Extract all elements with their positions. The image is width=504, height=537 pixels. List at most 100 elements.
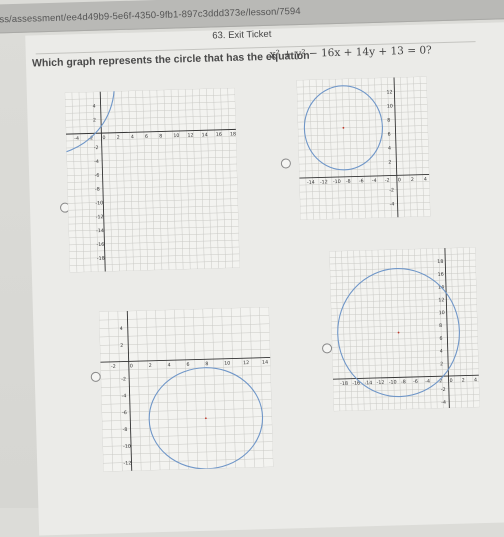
grid-line	[259, 307, 265, 468]
option-d-graph[interactable]: -18 -16 -14 -12 -10 -8 -6 -4 -2 0 2 4 18 16 14 12 10 8 6 4 2…	[329, 247, 480, 412]
x-tick-label: -12	[377, 380, 385, 386]
y-tick-label: 4	[93, 104, 96, 110]
y-tick-label: -4	[94, 159, 99, 165]
x-tick-label: 10	[224, 361, 230, 367]
x-tick-label: 12	[187, 133, 193, 139]
y-tick-label: -14	[96, 228, 104, 234]
grid-line	[108, 311, 114, 472]
y-tick-label: 4	[388, 146, 391, 152]
grid-line	[240, 307, 246, 468]
x-tick-label: 4	[424, 177, 427, 183]
grid-line	[347, 250, 353, 411]
y-tick-label: -12	[123, 460, 131, 466]
y-tick-label: 8	[439, 323, 442, 329]
x-tick-label: 14	[202, 132, 208, 138]
x-tick-label: -4	[372, 178, 377, 184]
y-tick-label: -12	[96, 214, 104, 220]
x-tick-label: 0	[450, 378, 453, 384]
y-tick-label: 16	[438, 272, 444, 278]
grid-line	[145, 310, 151, 471]
y-tick-label: -6	[94, 173, 99, 179]
x-tick-label: 4	[131, 134, 134, 140]
page: ress/assessment/ee4d49b9-5e6f-4350-9fb1-…	[0, 0, 504, 536]
y-tick-label: -8	[123, 427, 128, 433]
x-tick-label: -10	[389, 379, 397, 385]
grid-line	[136, 310, 142, 471]
y-tick-label: -2	[441, 387, 446, 393]
x-tick-label: -6	[359, 178, 364, 184]
x-tick-label: 10	[173, 133, 179, 139]
x-tick-label: -10	[333, 179, 341, 185]
option-a-graph[interactable]: -4 -2 0 2 4 6 8 10 12 14 16 18 4 2 -2 -4 -6 -8 -10 -12 -14 -1…	[64, 87, 240, 273]
x-tick-label: 2	[149, 363, 152, 369]
grid-line	[230, 308, 236, 468]
x-tick-label: 4	[168, 362, 171, 368]
grid-line	[183, 309, 189, 470]
center-point	[397, 331, 400, 334]
grid-line	[408, 249, 414, 410]
x-tick-label: 8	[159, 133, 162, 139]
y-tick-label: 12	[438, 297, 444, 303]
y-tick-label: 6	[439, 336, 442, 342]
center-point	[204, 417, 207, 420]
x-tick-label: 12	[243, 360, 249, 366]
y-tick-label: -10	[95, 200, 103, 206]
y-tick-label: 2	[440, 361, 443, 367]
x-tick-label: 6	[145, 134, 148, 140]
url-text: ress/assessment/ee4d49b9-5e6f-4350-9fb1-…	[0, 5, 301, 26]
graph-b-svg: -14 -12 -10 -8 -6 -4 -2 0 2 4 12 10 8 6 4 2 -2 -4	[296, 76, 431, 221]
grid-line	[202, 308, 208, 469]
x-tick-label: 0	[398, 177, 401, 183]
x-tick-label: 0	[102, 135, 105, 141]
y-tick-label: -2	[389, 187, 394, 193]
y-tick-label: 4	[440, 349, 443, 355]
x-tick-label: -2	[385, 178, 390, 184]
grid-line	[383, 249, 389, 410]
y-tick-label: 6	[388, 132, 391, 138]
y-tick-label: 10	[387, 103, 393, 109]
y-tick-label: 12	[386, 89, 392, 95]
option-b-graph[interactable]: -14 -12 -10 -8 -6 -4 -2 0 2 4 12 10 8 6 4 2 -2 -4	[296, 76, 431, 221]
graph-d-svg: -18 -16 -14 -12 -10 -8 -6 -4 -2 0 2 418161412108642…	[329, 247, 480, 412]
y-tick-label: 2	[93, 117, 96, 123]
x-tick-label: 2	[462, 378, 465, 384]
y-tick-label: 2	[120, 343, 123, 349]
x-tick-label: -4	[74, 136, 79, 142]
x-tick-label: 8	[205, 361, 208, 367]
x-tick-label: -6	[413, 379, 418, 385]
question-title: 63. Exit Ticket	[212, 28, 272, 42]
grid-line	[164, 309, 170, 470]
x-tick-label: -4	[425, 379, 430, 385]
x-tick-label: -8	[401, 379, 406, 385]
x-tick-label: -14	[307, 180, 315, 186]
x-tick-label: -14	[364, 380, 372, 386]
x-tick-label: 2	[411, 177, 414, 183]
x-tick-label: 2	[117, 135, 120, 141]
grid-line	[468, 247, 474, 408]
grid-line	[193, 309, 199, 470]
grid-line	[174, 309, 180, 470]
y-tick-label: -6	[122, 410, 127, 416]
x-tick-label: 14	[262, 360, 268, 366]
option-c-graph[interactable]: -2 0 2 4 6 8 10 12 14 4 2 -2 -4 -6 -8 -10 -12	[98, 306, 274, 472]
x-tick-label: 16	[216, 132, 222, 138]
center-point	[342, 126, 345, 129]
y-tick-label: -2	[94, 145, 99, 151]
x-tick-label: -12	[320, 179, 328, 185]
y-tick-label: -16	[96, 242, 104, 248]
graph-c-svg: -2 0 2 4 6 8 10 12 14 4 2 -2 -4 -6 -8 -10 -12	[98, 306, 274, 472]
x-tick-label: 0	[130, 363, 133, 369]
y-tick-label: -8	[95, 187, 100, 193]
x-tick-label: 4	[474, 377, 477, 383]
x-tick-label: -2	[111, 364, 116, 370]
y-tick-label: -4	[122, 393, 127, 399]
y-tick-label: -18	[97, 256, 105, 262]
x-tick-label: -18	[340, 381, 348, 387]
y-tick-label: 10	[439, 310, 445, 316]
y-tick-label: -2	[121, 376, 126, 382]
y-tick-label: -10	[123, 444, 131, 450]
x-tick-label: 18	[230, 131, 236, 137]
grid-line	[221, 308, 227, 469]
grid-line	[211, 308, 217, 469]
y-tick-label: -4	[441, 400, 446, 406]
